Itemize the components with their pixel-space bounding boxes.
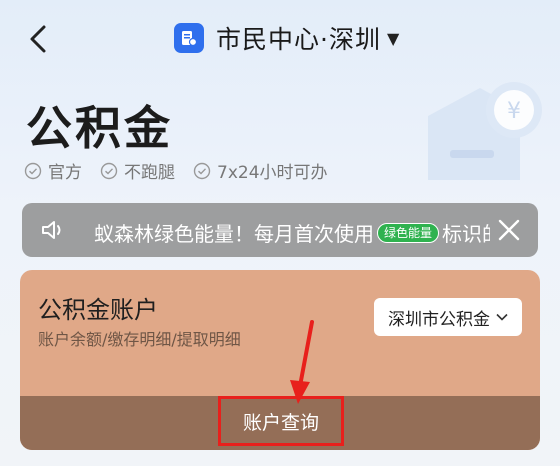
- caret-down-icon: ▼: [386, 28, 400, 48]
- chevron-down-icon: [496, 310, 508, 324]
- tag-label: 官方: [48, 163, 82, 183]
- tag-no-visit: 不跑腿: [100, 158, 175, 183]
- notice-banner[interactable]: 蚁森林绿色能量！每月首次使用 绿色能量 标识的: [22, 203, 538, 257]
- nav-bar: 市民中心·深圳 ▼: [0, 0, 560, 78]
- check-circle-icon: [193, 162, 211, 179]
- notice-text-after: 标识的: [442, 222, 490, 246]
- tag-official: 官方: [24, 158, 82, 183]
- city-switcher[interactable]: 市民中心·深圳 ▼: [174, 20, 399, 56]
- document-card-icon: [174, 23, 204, 53]
- card-title: 公积金账户: [38, 296, 158, 324]
- coin-card-illustration-icon: ¥: [420, 80, 550, 190]
- check-circle-icon: [100, 162, 118, 179]
- card-subtitle: 账户余额/缴存明细/提取明细: [38, 330, 241, 349]
- check-circle-icon: [24, 162, 42, 179]
- city-fund-select[interactable]: 深圳市公积金: [374, 298, 522, 336]
- tag-label: 7x24小时可办: [217, 163, 328, 183]
- nav-title: 市民中心·深圳: [216, 25, 381, 54]
- page-title: 公积金: [26, 101, 173, 155]
- tag-24h: 7x24小时可办: [193, 158, 328, 183]
- red-arrow-annotation-icon: [272, 318, 332, 408]
- notice-text-before: 蚁森林绿色能量！每月首次使用: [94, 222, 374, 246]
- green-energy-badge: 绿色能量: [377, 222, 440, 243]
- notice-text: 蚁森林绿色能量！每月首次使用 绿色能量 标识的: [94, 218, 490, 247]
- service-tags: 官方 不跑腿 7x24小时可办: [24, 158, 328, 183]
- close-icon[interactable]: [496, 217, 522, 243]
- back-arrow-icon[interactable]: [22, 22, 56, 56]
- speaker-icon: [40, 218, 66, 246]
- city-fund-select-value: 深圳市公积金: [388, 309, 490, 330]
- tag-label: 不跑腿: [124, 163, 175, 183]
- svg-text:¥: ¥: [507, 99, 521, 124]
